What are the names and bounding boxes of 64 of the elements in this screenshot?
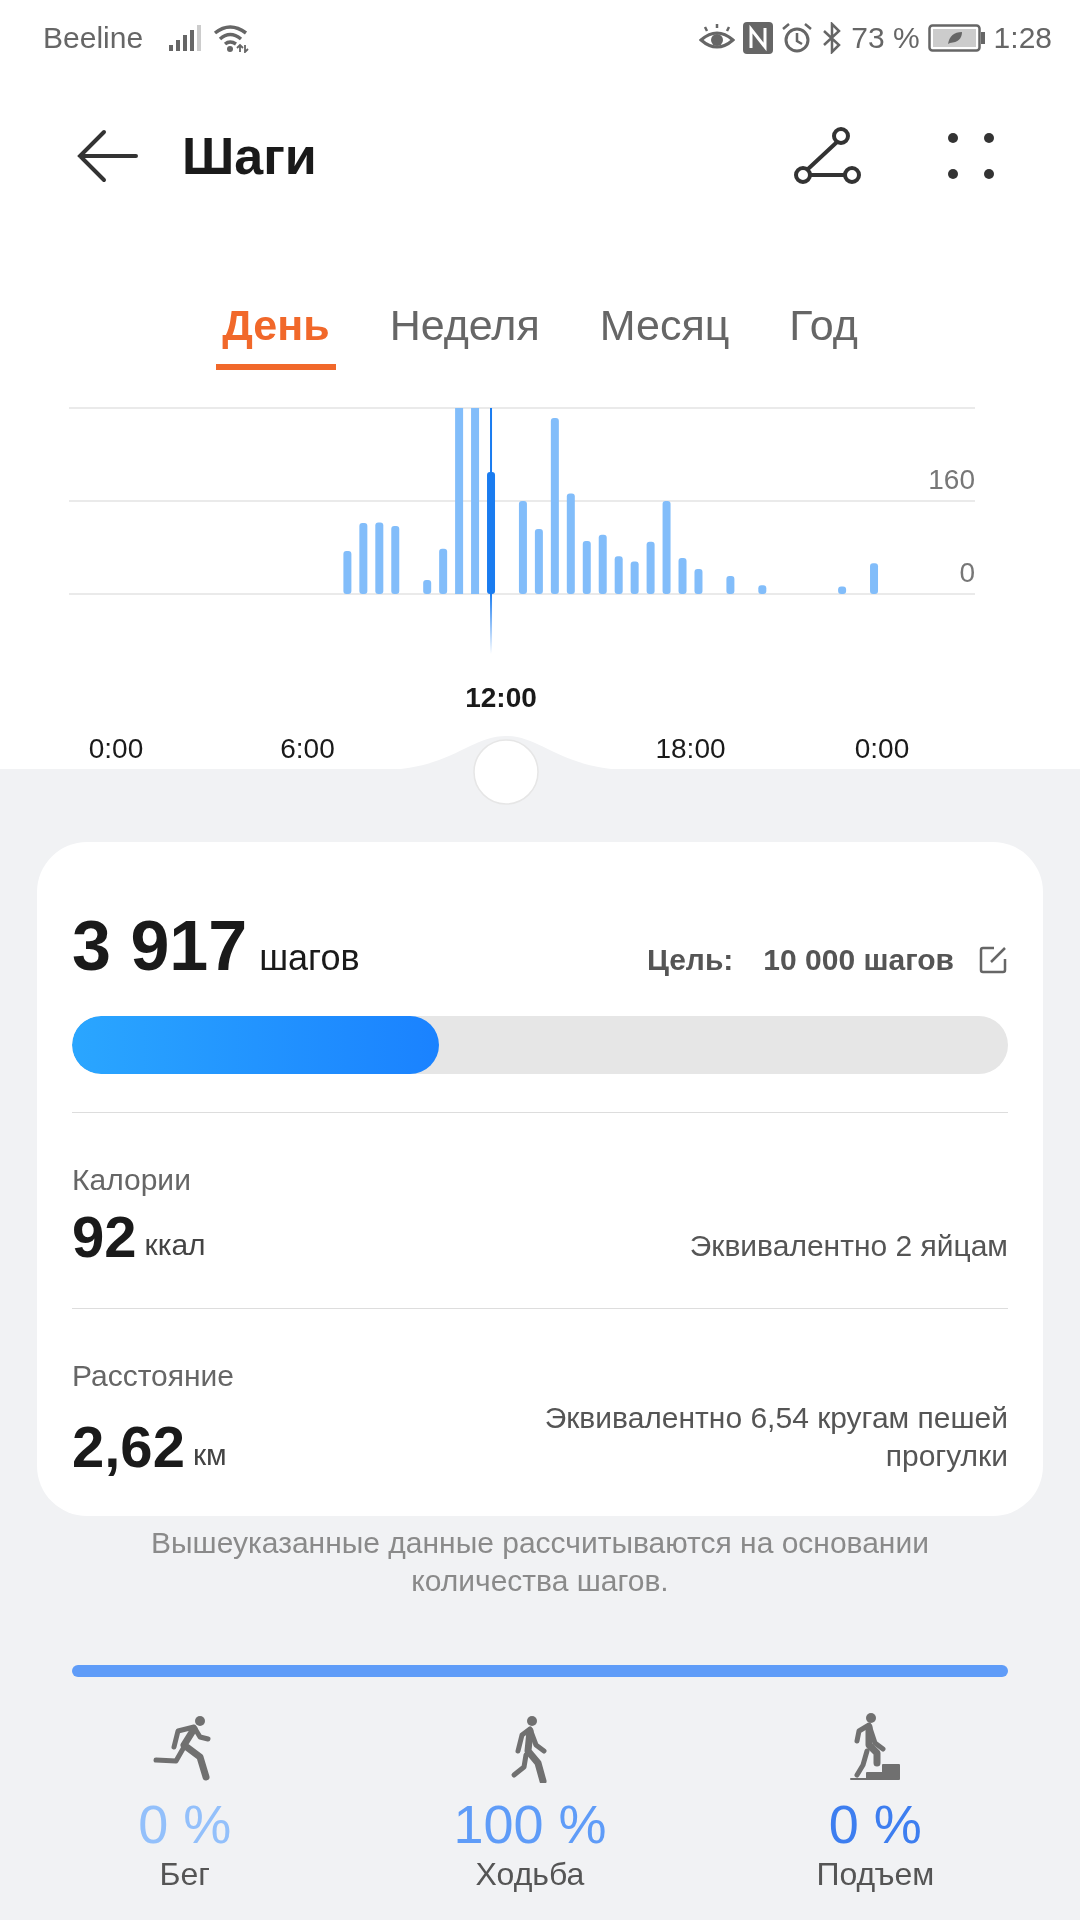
alarm-clock-icon (781, 22, 814, 54)
page-title: Шаги (182, 126, 317, 186)
metric-unit: км (192, 1438, 227, 1472)
chart-bar (726, 576, 735, 594)
x-axis-label: 6:00 (280, 733, 335, 764)
step-count: 3 917 (72, 906, 248, 986)
edit-icon[interactable] (978, 945, 1008, 975)
activity-label: Бег (159, 1856, 210, 1892)
activity-percent: 100 % (453, 1796, 607, 1851)
y-axis-label: 160 (928, 464, 975, 495)
activity-label: Ходьба (475, 1856, 585, 1892)
metric-value: 2,62 (72, 1413, 185, 1480)
chart-bar (758, 585, 767, 594)
goal-value: 10 000 шагов (763, 943, 954, 977)
period-tab[interactable]: День (216, 300, 336, 370)
period-tab[interactable]: Неделя (383, 300, 546, 370)
x-axis-label: 0:00 (88, 733, 144, 764)
chart-bar (630, 561, 639, 594)
back-arrow-icon[interactable] (76, 129, 138, 183)
chart-bar (678, 557, 687, 594)
clock-time: 1:28 (993, 21, 1052, 55)
chart-bar (439, 548, 448, 594)
chart-bar (423, 580, 432, 594)
chart-bar (614, 556, 623, 594)
selected-time-label: 12:00 (465, 682, 537, 713)
wifi-icon (213, 23, 252, 53)
share-nodes-icon[interactable] (794, 127, 862, 185)
metric-label: Калории (72, 1163, 192, 1197)
carrier-name: Beeline (43, 21, 144, 55)
x-axis-label: 18:00 (655, 733, 726, 764)
chart-bar (391, 526, 400, 594)
chart-bar (359, 523, 368, 594)
chart-bar (534, 528, 543, 594)
chart-bar (375, 522, 384, 594)
footnote-text: Вышеуказанные данные рассчитываются на основании количества шагов. (150, 1525, 930, 1600)
step-unit: шагов (259, 937, 360, 979)
chart-bar (838, 586, 847, 594)
activity-label: Подъем (816, 1856, 935, 1892)
battery-percent: 73 % (851, 21, 920, 55)
chart-bar (646, 541, 655, 594)
chart-bar (694, 569, 703, 594)
nfc-icon (743, 22, 774, 54)
metric-value: 92 (72, 1203, 137, 1270)
chart-bar (598, 534, 607, 594)
chart-bar (343, 551, 352, 594)
stair-climbing-figure-icon (849, 1712, 902, 1783)
slider-handle[interactable] (473, 739, 539, 805)
walking-figure-icon (510, 1714, 550, 1783)
period-tab[interactable]: Месяц (593, 300, 736, 370)
y-axis-label: 0 (959, 557, 975, 588)
chart-bar (870, 563, 878, 594)
goal-label: Цель: (646, 943, 734, 977)
x-axis-label: 0:00 (854, 733, 910, 764)
metric-label: Расстояние (72, 1359, 236, 1393)
chart-bar (582, 541, 591, 594)
equivalent-note: Эквивалентно 6,54 кругам пешей прогулки (543, 1400, 1008, 1474)
activity-percent: 0 % (138, 1796, 232, 1851)
metric-unit: ккал (144, 1228, 206, 1262)
battery-icon (927, 24, 986, 52)
signal-icon (169, 25, 204, 51)
equivalent-note: Эквивалентно 2 яйцам (689, 1227, 1008, 1264)
more-options-icon[interactable] (948, 133, 994, 179)
period-tab[interactable]: Год (783, 300, 864, 370)
activity-percent: 0 % (828, 1796, 922, 1851)
